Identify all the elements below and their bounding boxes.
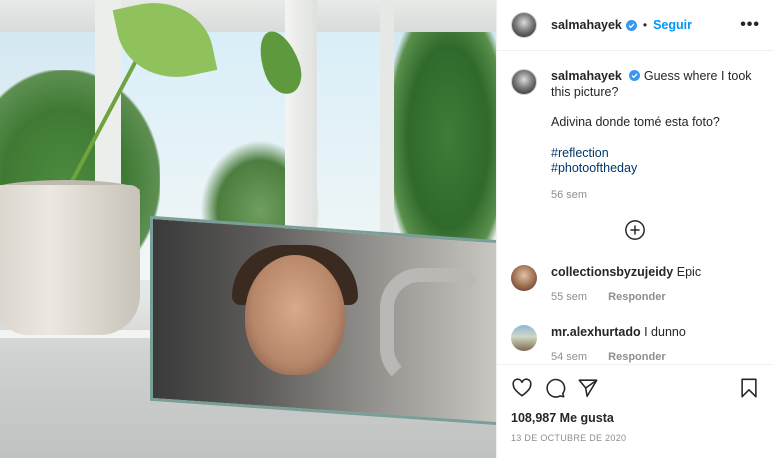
paper-plane-icon[interactable] — [577, 377, 599, 399]
post-header: salmahayek • Seguir ••• — [497, 0, 773, 51]
plant-pot — [0, 185, 140, 335]
heart-icon[interactable] — [511, 377, 533, 399]
separator-dot: • — [642, 18, 648, 32]
comments-list[interactable]: salmahayek Guess where I took this pictu… — [497, 51, 773, 364]
avatar[interactable] — [511, 12, 537, 38]
hashtag-link[interactable]: #reflection — [551, 146, 771, 162]
follow-button[interactable]: Seguir — [653, 18, 692, 32]
post-actions: 108,987 Me gusta 13 DE OCTUBRE DE 2020 — [497, 364, 773, 458]
caption-line-spanish: Adivina donde tomé esta foto? — [551, 115, 720, 129]
verified-badge-icon — [625, 19, 637, 31]
caption-text: salmahayek Guess where I took this pictu… — [551, 69, 771, 203]
caption-username[interactable]: salmahayek — [551, 69, 622, 83]
reflection-face — [245, 255, 345, 375]
bookmark-icon[interactable] — [738, 377, 760, 399]
comment-meta: 54 sem Responder — [551, 351, 666, 363]
header-username[interactable]: salmahayek — [551, 18, 622, 32]
post-date[interactable]: 13 DE OCTUBRE DE 2020 — [511, 433, 626, 443]
comment-username[interactable]: collectionsbyzujeidy — [551, 265, 673, 279]
verified-badge-icon — [629, 70, 641, 81]
comment-body: I dunno — [644, 325, 686, 339]
comment-body: Epic — [676, 265, 702, 279]
reply-button[interactable]: Responder — [608, 351, 665, 363]
like-count[interactable]: 108,987 Me gusta — [511, 411, 614, 425]
window-frame — [0, 0, 496, 32]
more-options-icon[interactable]: ••• — [740, 16, 760, 34]
reflection-faucet — [380, 268, 490, 388]
comment-age[interactable]: 55 sem — [551, 291, 587, 303]
post-sidebar: salmahayek • Seguir ••• salmahayek Guess… — [496, 0, 773, 458]
hashtag-link[interactable]: #photooftheday — [551, 161, 771, 177]
comment-meta: 55 sem Responder — [551, 291, 666, 303]
reply-button[interactable]: Responder — [608, 291, 665, 303]
comment-username[interactable]: mr.alexhurtado — [551, 325, 641, 339]
instagram-post: salmahayek • Seguir ••• salmahayek Guess… — [0, 0, 773, 458]
post-photo[interactable] — [0, 0, 496, 458]
avatar[interactable] — [511, 325, 537, 351]
caption-age[interactable]: 56 sem — [551, 188, 771, 204]
comment-text: mr.alexhurtado I dunno — [551, 325, 686, 341]
avatar[interactable] — [511, 265, 537, 291]
avatar[interactable] — [511, 69, 537, 95]
comment-text: collectionsbyzujeidy Epic — [551, 265, 701, 281]
plus-circle-icon[interactable] — [624, 219, 646, 241]
comment-age[interactable]: 54 sem — [551, 351, 587, 363]
comment-bubble-icon[interactable] — [544, 377, 566, 399]
